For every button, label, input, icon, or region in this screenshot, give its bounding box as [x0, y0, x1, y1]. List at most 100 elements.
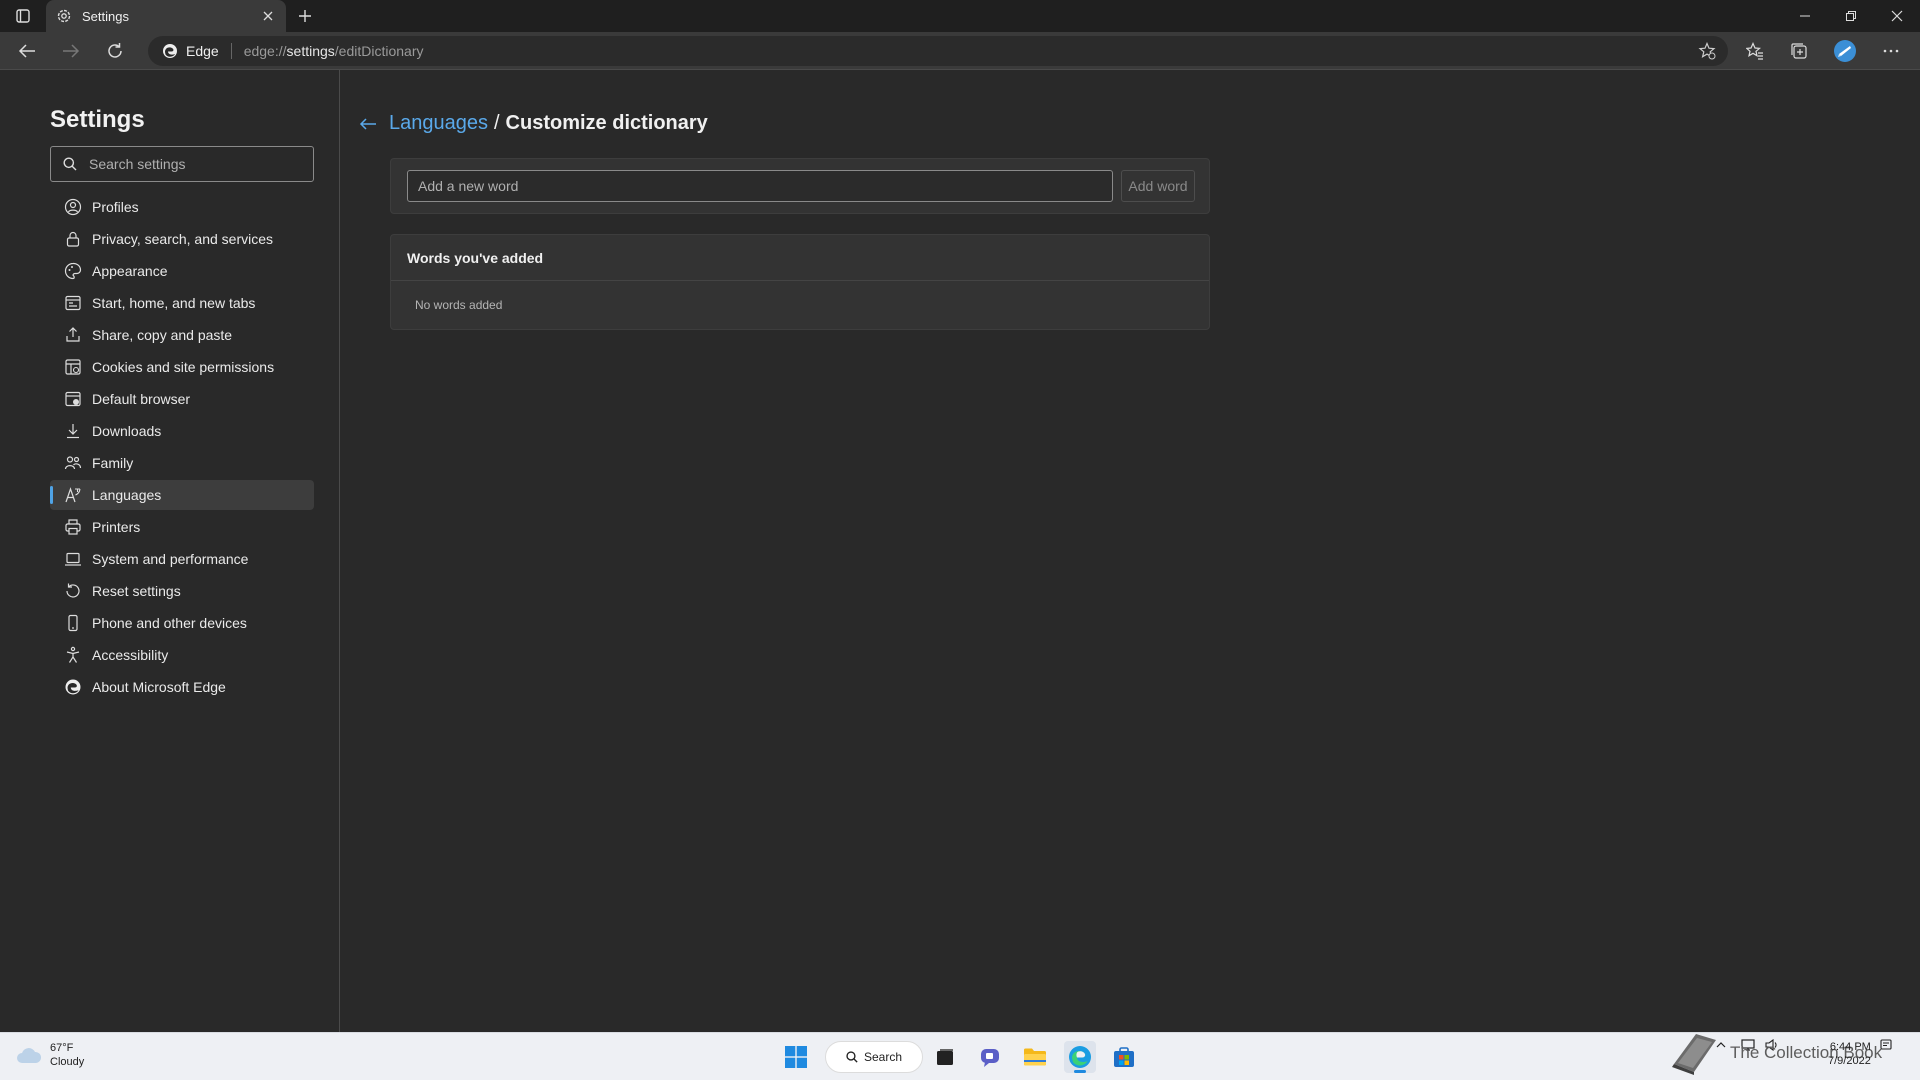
collections-icon: [1791, 43, 1807, 59]
close-window-button[interactable]: [1874, 0, 1920, 32]
sidebar-item-label: Default browser: [92, 391, 191, 407]
weather-temperature: 67°F: [50, 1042, 74, 1054]
download-icon: [64, 422, 82, 440]
sidebar-item-printers[interactable]: Printers: [50, 512, 314, 542]
cookie-icon: [64, 358, 82, 376]
address-brand: Edge: [186, 43, 219, 59]
reset-icon: [64, 582, 82, 600]
sidebar-item-cookies-and-site-permissions[interactable]: Cookies and site permissions: [50, 352, 314, 382]
file-explorer-button[interactable]: [1019, 1041, 1051, 1073]
sidebar-item-label: Share, copy and paste: [92, 327, 233, 343]
forward-button[interactable]: [56, 37, 86, 65]
close-tab-button[interactable]: [260, 8, 276, 24]
search-box[interactable]: [50, 146, 314, 182]
refresh-icon: [108, 43, 122, 58]
arrow-left-icon: [359, 117, 376, 130]
book-icon: [1672, 1034, 1716, 1075]
tab-settings[interactable]: Settings: [46, 0, 286, 32]
edge-logo-icon: [163, 44, 177, 58]
words-header: Words you've added: [391, 235, 1209, 281]
new-word-input[interactable]: [407, 170, 1113, 202]
sidebar-item-share-copy-and-paste[interactable]: Share, copy and paste: [50, 320, 314, 350]
sidebar-item-label: Start, home, and new tabs: [92, 295, 256, 311]
search-icon: [846, 1051, 858, 1063]
arrow-left-icon: [18, 44, 35, 58]
back-button[interactable]: [12, 37, 42, 65]
sidebar-item-system-and-performance[interactable]: System and performance: [50, 544, 314, 574]
active-app-indicator: [1074, 1070, 1086, 1073]
store-icon: [1114, 1047, 1134, 1067]
sidebar-item-default-browser[interactable]: Default browser: [50, 384, 314, 414]
arrow-right-icon: [63, 44, 80, 58]
weather-widget[interactable]: 67°F Cloudy: [16, 1041, 84, 1069]
weather-condition: Cloudy: [50, 1056, 85, 1068]
sidebar-item-label: Appearance: [92, 263, 168, 279]
system-clock[interactable]: 6:44 PM 7/9/2022: [1828, 1040, 1871, 1068]
taskbar-search-button[interactable]: Search: [825, 1041, 923, 1073]
sidebar-item-profiles[interactable]: Profiles: [50, 192, 314, 222]
add-word-button[interactable]: Add word: [1121, 170, 1195, 202]
chat-icon: [981, 1049, 999, 1067]
taskbar-search-label: Search: [864, 1050, 903, 1064]
profile-icon: [64, 198, 82, 216]
palette-icon: [64, 262, 82, 280]
breadcrumb-languages-link[interactable]: Languages: [389, 112, 488, 135]
tab-title: Settings: [82, 8, 129, 24]
sidebar-item-reset-settings[interactable]: Reset settings: [50, 576, 314, 606]
search-input[interactable]: [89, 156, 299, 172]
tab-actions-button[interactable]: [12, 6, 34, 26]
sidebar-item-label: About Microsoft Edge: [92, 679, 226, 695]
sidebar-item-languages[interactable]: Languages: [50, 480, 314, 510]
task-view-button[interactable]: [929, 1041, 961, 1073]
close-icon: [1891, 10, 1903, 22]
windows-logo-icon: [785, 1046, 807, 1068]
share-icon: [64, 326, 82, 344]
restore-button[interactable]: [1828, 0, 1874, 32]
sidebar-item-label: Printers: [92, 519, 141, 535]
refresh-button[interactable]: [100, 37, 130, 65]
more-menu-button[interactable]: [1876, 37, 1906, 65]
sidebar-item-family[interactable]: Family: [50, 448, 314, 478]
store-button[interactable]: [1108, 1041, 1140, 1073]
printer-icon: [64, 518, 82, 536]
restore-icon: [1846, 11, 1856, 21]
no-words-message: No words added: [415, 298, 503, 312]
clock-time: 6:44 PM: [1829, 1041, 1871, 1053]
sidebar-item-accessibility[interactable]: Accessibility: [50, 640, 314, 670]
search-icon: [63, 157, 77, 171]
sidebar-item-about-microsoft-edge[interactable]: About Microsoft Edge: [50, 672, 314, 702]
start-button[interactable]: [780, 1041, 812, 1073]
profile-avatar-button[interactable]: [1830, 37, 1860, 65]
sidebar-item-label: Reset settings: [92, 583, 181, 599]
breadcrumb-separator: /: [493, 112, 500, 134]
edge-taskbar-button[interactable]: [1064, 1041, 1096, 1073]
minimize-button[interactable]: [1782, 0, 1828, 32]
sidebar-item-start-home-and-new-tabs[interactable]: Start, home, and new tabs: [50, 288, 314, 318]
sidebar-item-privacy-search-and-services[interactable]: Privacy, search, and services: [50, 224, 314, 254]
sidebar-item-label: System and performance: [92, 551, 249, 567]
title-bar: Settings: [0, 0, 1920, 32]
sidebar-item-appearance[interactable]: Appearance: [50, 256, 314, 286]
clock-date: 7/9/2022: [1828, 1055, 1871, 1067]
browser-toolbar: Edge edge://settings/editDictionary: [0, 32, 1920, 70]
address-bar[interactable]: Edge edge://settings/editDictionary: [148, 36, 1728, 66]
collections-button[interactable]: [1784, 37, 1814, 65]
back-to-languages-button[interactable]: [357, 113, 379, 135]
sidebar-item-label: Privacy, search, and services: [92, 231, 274, 247]
home-tabs-icon: [64, 294, 82, 312]
sidebar-item-phone-and-other-devices[interactable]: Phone and other devices: [50, 608, 314, 638]
add-favorite-button[interactable]: [1698, 41, 1716, 65]
accessibility-icon: [64, 646, 82, 664]
sidebar-item-downloads[interactable]: Downloads: [50, 416, 314, 446]
lock-icon: [64, 230, 82, 248]
address-url[interactable]: edge://settings/editDictionary: [244, 43, 424, 59]
favorites-button[interactable]: [1740, 37, 1770, 65]
sidebar-nav: Profiles Privacy, search, and services App…: [50, 192, 314, 704]
edge-logo-icon: [1069, 1046, 1091, 1068]
teams-chat-button[interactable]: [974, 1041, 1006, 1073]
settings-sidebar: Settings Profiles Privacy, search, and se…: [0, 70, 340, 1032]
plus-icon: [299, 10, 311, 22]
sidebar-item-label: Family: [92, 455, 134, 471]
add-word-card: Add word: [390, 158, 1210, 214]
new-tab-button[interactable]: [294, 5, 316, 27]
